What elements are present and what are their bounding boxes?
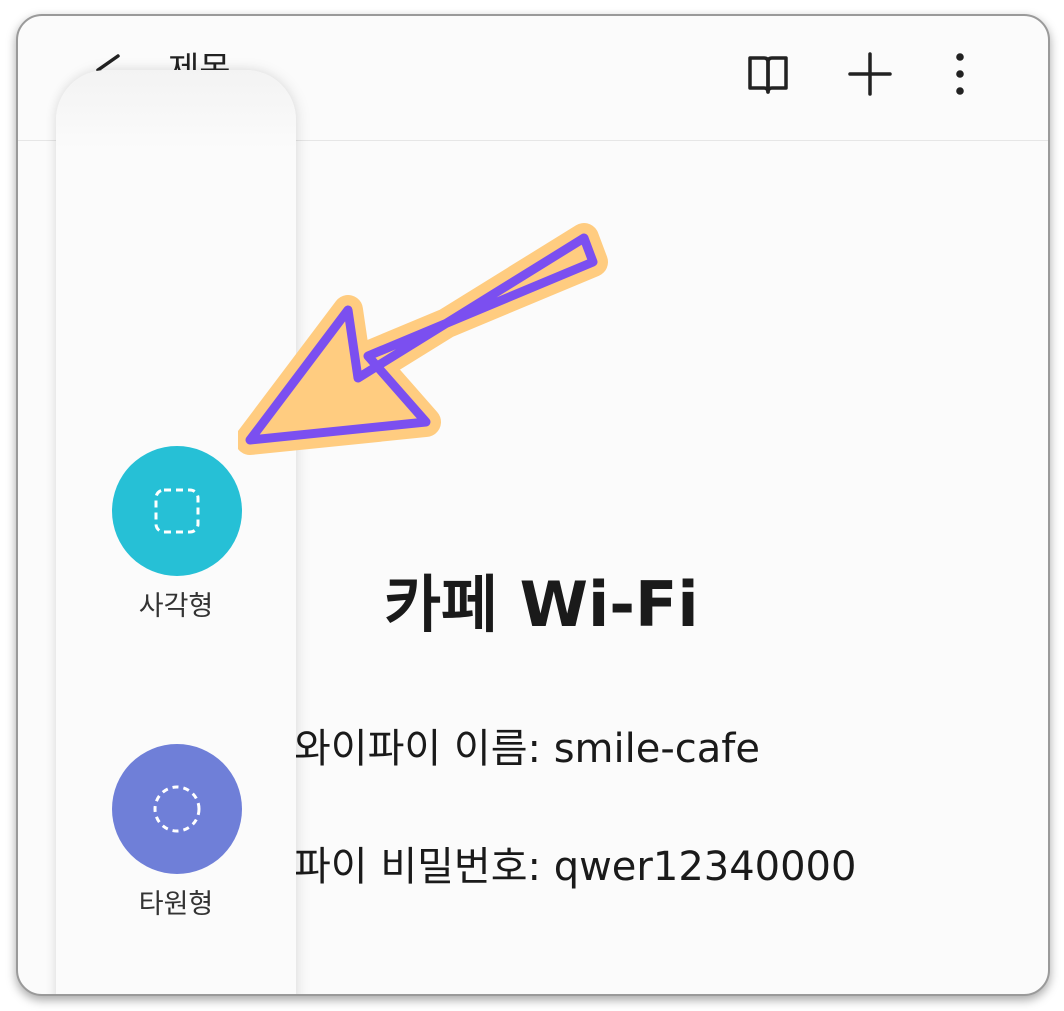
reading-mode-icon[interactable] — [744, 50, 792, 98]
ellipse-shape-button[interactable] — [112, 744, 242, 874]
add-icon[interactable] — [846, 50, 894, 98]
annotation-arrow — [238, 223, 608, 455]
shape-selection-panel: 사각형 타원형 — [56, 70, 296, 994]
wifi-name-line: 와이파이 이름: smile-cafe — [294, 726, 760, 772]
dashed-square-icon — [154, 488, 200, 534]
dashed-circle-icon — [153, 785, 201, 833]
note-title: 카페 Wi-Fi — [384, 568, 699, 641]
rectangle-shape-button[interactable] — [112, 446, 242, 576]
app-window: 제목 카페 Wi-Fi 와이파이 이름: smile-cafe 파이 비밀번호:… — [16, 14, 1050, 996]
rectangle-shape-label: 사각형 — [138, 591, 214, 622]
ellipse-shape-label: 타원형 — [138, 889, 214, 920]
more-icon[interactable] — [936, 50, 984, 98]
wifi-password-line: 파이 비밀번호: qwer12340000 — [294, 844, 857, 890]
